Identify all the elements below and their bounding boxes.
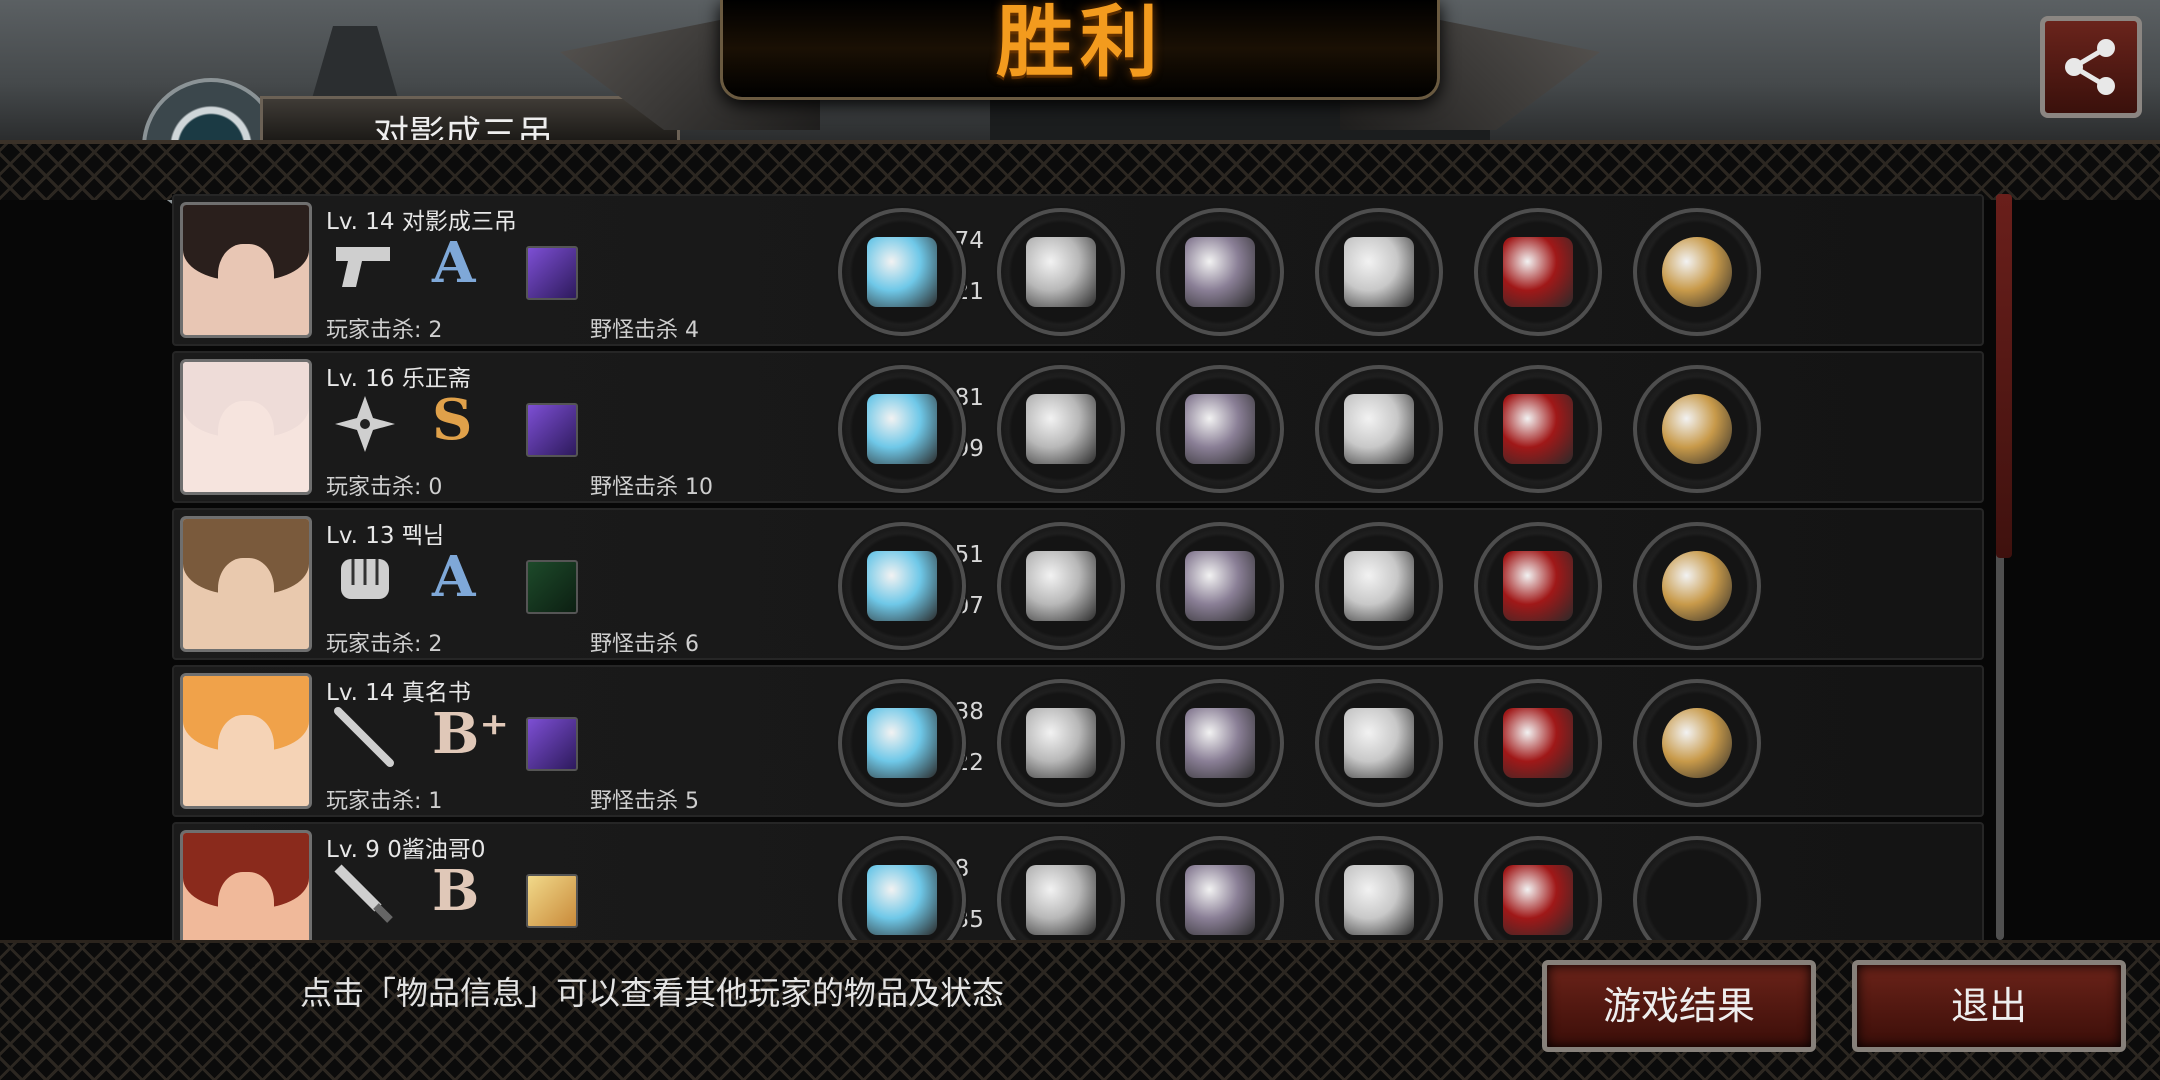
item-slot[interactable] [838,208,966,336]
shuriken-icon [330,393,400,455]
player-kills: 玩家击杀: 2 [326,318,443,343]
scrollbar-thumb[interactable] [1996,194,2012,558]
monster-kills: 野怪击杀 5 [590,789,699,814]
fist-skill-icon [526,874,578,928]
coat-icon [1185,865,1255,935]
grade-badge: A [432,544,476,610]
player-level-name: Lv. 14 对影成三吊 [326,209,517,235]
item-slot[interactable] [1633,208,1761,336]
bike-helmet-icon [1026,865,1096,935]
red-cape-armor-icon [1185,551,1255,621]
pistol-icon [330,236,400,298]
red-heels-icon [1503,708,1573,778]
player-avatar[interactable] [180,202,312,338]
item-slot[interactable] [997,365,1125,493]
item-slot[interactable] [1156,365,1284,493]
player-avatar[interactable] [180,673,312,809]
item-slot[interactable] [1315,522,1443,650]
game-result-button[interactable]: 游戏结果 [1542,960,1816,1052]
item-slot[interactable] [1474,208,1602,336]
dark-armor-icon [1185,394,1255,464]
item-slot[interactable] [1633,522,1761,650]
crossed-knives-icon [867,865,937,935]
player-name-partial: 对影成三吊 [373,114,554,140]
flag-icon [1662,394,1732,464]
exit-button[interactable]: 退出 [1852,960,2126,1052]
item-slot[interactable] [1315,679,1443,807]
chain-fence-top [0,140,2160,200]
knight-helmet-icon [1026,237,1096,307]
silver-orb-icon [1662,708,1732,778]
monster-kills: 野怪击杀 10 [590,475,713,500]
round-shield-icon [1344,865,1414,935]
monster-kills: 野怪击杀 4 [590,318,699,343]
item-slot[interactable] [1474,679,1602,807]
item-slot[interactable] [1315,208,1443,336]
item-slot[interactable] [997,208,1125,336]
item-slot[interactable] [838,679,966,807]
item-slot[interactable] [1474,522,1602,650]
item-slot[interactable] [1156,522,1284,650]
boots-icon [1503,865,1573,935]
player-row[interactable]: Lv. 14 真名书B⁺玩家击杀: 1野怪击杀 5138222 [172,665,1984,817]
item-slot[interactable] [1315,365,1443,493]
gold-helmet-icon [1026,708,1096,778]
laser-rifle-icon [867,237,937,307]
item-slot[interactable] [1633,365,1761,493]
purple-skill-icon [526,403,578,457]
item-slot[interactable] [1156,208,1284,336]
gold-shield-icon [1344,394,1414,464]
player-row[interactable]: Lv. 13 펙님A玩家击杀: 2野怪击杀 6151207 [172,508,1984,660]
tech-boots-icon [1503,551,1573,621]
item-slot[interactable] [997,679,1125,807]
grade-badge: A [432,230,476,296]
player-avatar[interactable] [180,516,312,652]
armored-gauntlet-icon [867,551,937,621]
bracer-icon [1344,708,1414,778]
treasure-box-icon [1662,237,1732,307]
plate-armor-icon [1185,237,1255,307]
player-kills: 玩家击杀: 2 [326,632,443,657]
title-plate: 胜利 [720,0,1440,100]
item-slot[interactable] [997,522,1125,650]
purple-skill-icon [526,246,578,300]
red-heels-icon [1503,394,1573,464]
purple-skill-icon [526,717,578,771]
player-kills: 玩家击杀: 0 [326,475,443,500]
grade-badge: B⁺ [432,701,509,767]
item-slot[interactable] [1156,679,1284,807]
winged-circlet-icon [1026,394,1096,464]
item-slot[interactable] [1474,365,1602,493]
bat-icon [330,707,400,769]
share-button[interactable] [2040,16,2142,118]
grade-badge: B [432,858,480,924]
leather-armor-icon [1185,708,1255,778]
player-name-bar: 对影成三吊 [260,96,680,140]
victory-screen: 对影成三吊 胜利 Lv. 14 对影成三吊A玩家击杀: 2野怪击杀 417422… [0,0,2160,1080]
pearl-icon [1662,551,1732,621]
player-list[interactable]: Lv. 14 对影成三吊A玩家击杀: 2野怪击杀 4174221Lv. 16 乐… [172,194,1984,974]
item-slot[interactable] [1633,679,1761,807]
moto-helmet-icon [1026,551,1096,621]
bracer-icon [1344,551,1414,621]
hint-text: 点击「物品信息」可以查看其他玩家的物品及状态 [300,974,1005,1012]
monster-kills: 野怪击杀 6 [590,632,699,657]
bracer-icon [1344,237,1414,307]
green-skill-icon [526,560,578,614]
red-heels-icon [1503,237,1573,307]
player-level-name: Lv. 13 펙님 [326,523,445,549]
player-row[interactable]: Lv. 16 乐正斋S玩家击杀: 0野怪击杀 10181299 [172,351,1984,503]
player-avatar[interactable] [180,359,312,495]
fist-icon [330,550,400,612]
victory-title: 胜利 [995,0,1164,88]
item-slot[interactable] [838,365,966,493]
share-icon [2065,39,2115,95]
knife-icon [330,864,400,926]
gauntlet-icon [867,394,937,464]
grade-badge: S [432,387,473,453]
item-slot[interactable] [838,522,966,650]
player-kills: 玩家击杀: 1 [326,789,443,814]
player-row[interactable]: Lv. 14 对影成三吊A玩家击杀: 2野怪击杀 4174221 [172,194,1984,346]
spear-icon [867,708,937,778]
